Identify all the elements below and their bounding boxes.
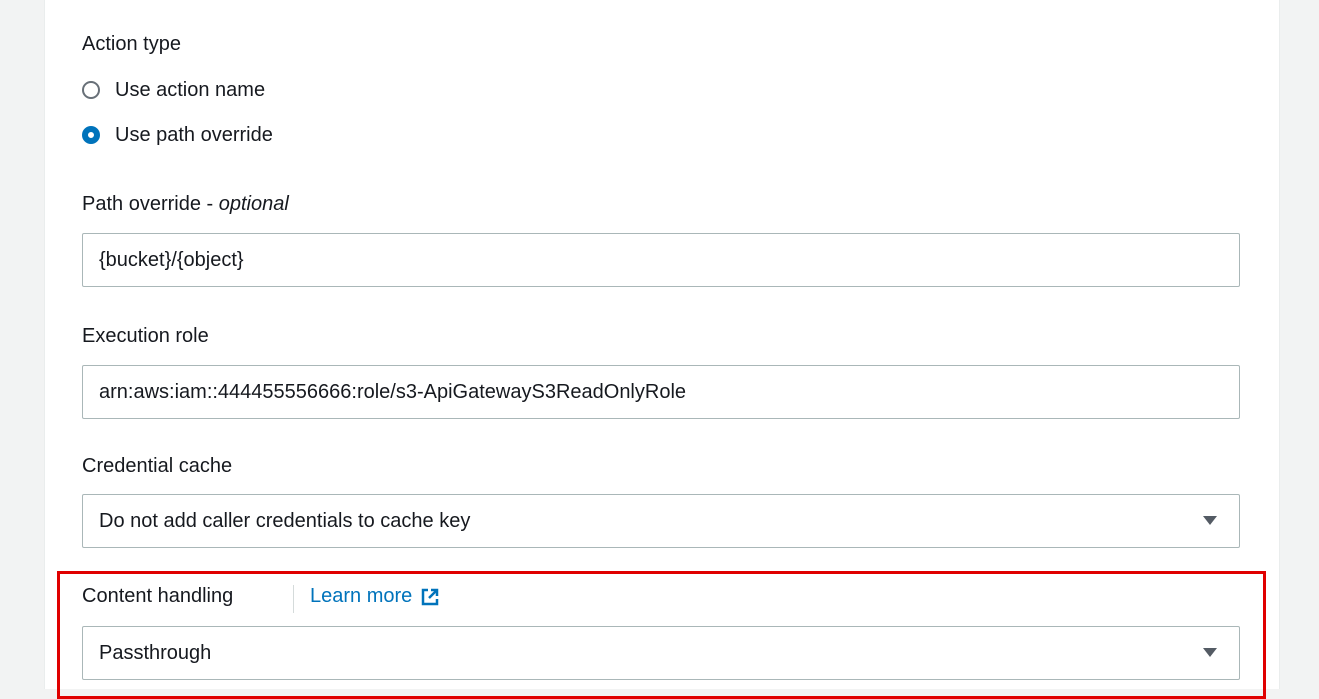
optional-label: optional xyxy=(218,193,289,215)
radio-label-use-path-override: Use path override xyxy=(115,123,273,146)
caret-down-icon xyxy=(1203,516,1217,525)
credential-cache-select[interactable]: Do not add caller credentials to cache k… xyxy=(82,494,1240,548)
execution-role-input[interactable]: arn:aws:iam::444455556666:role/s3-ApiGat… xyxy=(82,365,1240,419)
radio-use-path-override[interactable]: Use path override xyxy=(82,121,273,149)
content-handling-value: Passthrough xyxy=(99,642,212,664)
label-divider xyxy=(293,585,294,613)
action-type-label: Action type xyxy=(82,33,181,55)
path-override-label: Path override - optional xyxy=(82,193,289,216)
path-override-input[interactable]: {bucket}/{object} xyxy=(82,233,1240,287)
radio-label-use-action-name: Use action name xyxy=(115,78,266,101)
learn-more-link[interactable]: Learn more xyxy=(310,585,440,608)
path-override-label-text: Path override - xyxy=(82,193,219,215)
external-link-icon xyxy=(422,588,439,605)
learn-more-label: Learn more xyxy=(310,585,413,607)
credential-cache-label: Credential cache xyxy=(82,455,233,477)
credential-cache-value: Do not add caller credentials to cache k… xyxy=(99,510,471,532)
radio-use-action-name[interactable]: Use action name xyxy=(82,76,265,104)
radio-checked-icon[interactable] xyxy=(82,126,100,144)
content-handling-select[interactable]: Passthrough xyxy=(82,626,1240,680)
caret-down-icon xyxy=(1203,648,1217,657)
content-handling-label: Content handling xyxy=(82,585,234,607)
execution-role-label: Execution role xyxy=(82,325,209,347)
radio-unchecked-icon[interactable] xyxy=(82,81,100,99)
